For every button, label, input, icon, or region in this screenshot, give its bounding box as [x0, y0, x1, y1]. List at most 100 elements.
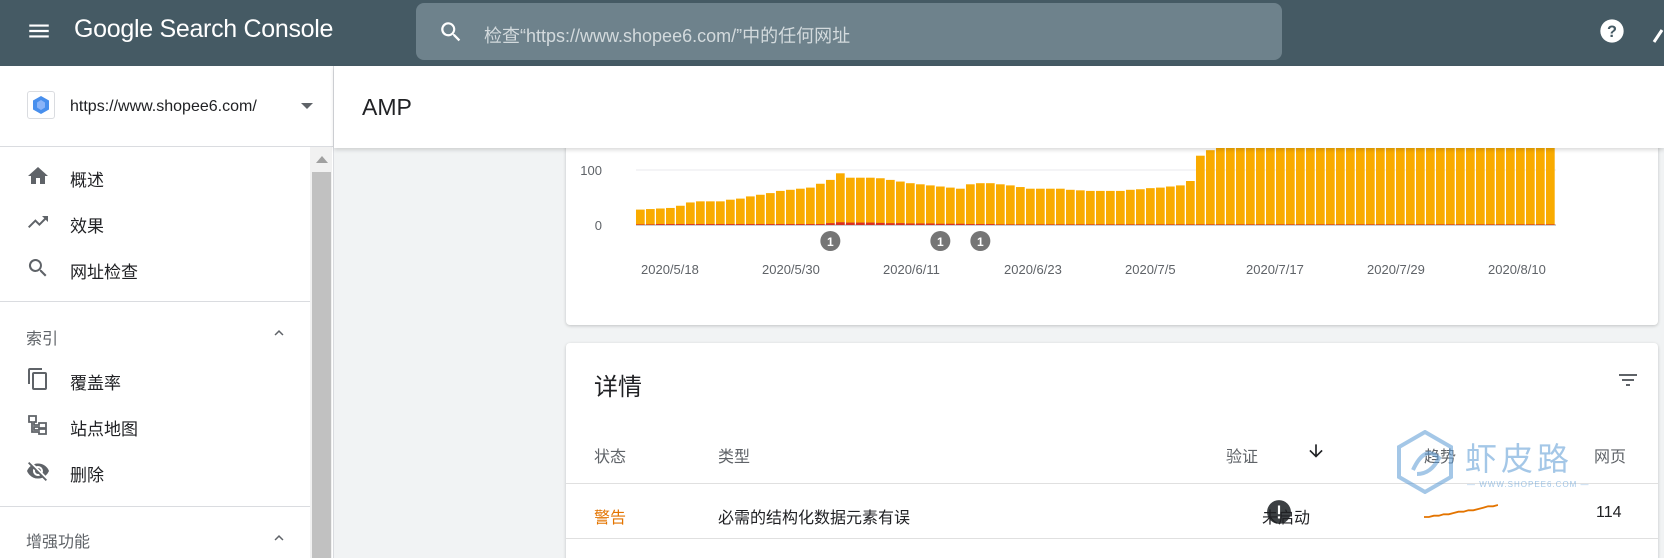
filter-icon[interactable]	[1616, 368, 1640, 392]
bar	[1046, 188, 1055, 225]
bar	[1346, 137, 1355, 225]
error-bar	[726, 224, 735, 225]
annotation-label: 1	[977, 235, 984, 249]
x-tick-label: 2020/5/30	[762, 262, 820, 277]
column-header-verify[interactable]: 验证	[1226, 443, 1258, 467]
help-icon[interactable]: ?	[1598, 17, 1626, 45]
error-bar	[1186, 224, 1195, 225]
bar	[1096, 190, 1105, 225]
sidebar-item-label: 效果	[70, 217, 104, 236]
error-bar	[916, 223, 925, 225]
error-bar	[1416, 224, 1425, 225]
error-bar	[896, 223, 905, 226]
menu-icon[interactable]	[26, 18, 52, 44]
error-bar	[976, 224, 985, 225]
error-bar	[1006, 224, 1015, 225]
scroll-up-arrow-icon[interactable]	[316, 156, 328, 163]
account-icon[interactable]	[1652, 22, 1664, 44]
error-bar	[856, 222, 865, 225]
sidebar-item-label: 网址检查	[70, 263, 138, 282]
chart-card: 0 100 1 1 1 2020/5/18 2020/5/30 2020/6/11 2020/6…	[566, 130, 1658, 325]
bar	[976, 183, 985, 225]
error-bar	[1386, 224, 1395, 225]
watermark-logo: 虾皮路 — WWW.SHOPEE6.COM —	[1395, 429, 1595, 500]
property-selector[interactable]: https://www.shopee6.com/	[0, 66, 334, 147]
error-bar	[1476, 224, 1485, 225]
section-title-index[interactable]: 索引	[26, 325, 58, 349]
error-bar	[1546, 224, 1555, 225]
error-bar	[846, 222, 855, 225]
error-bar	[1106, 224, 1115, 225]
error-bar	[1056, 224, 1065, 225]
error-bar	[1266, 224, 1275, 225]
error-bar	[1116, 224, 1125, 225]
bar	[1496, 137, 1505, 225]
error-bar	[1296, 224, 1305, 225]
bar	[1306, 137, 1315, 225]
bar	[896, 181, 905, 225]
error-bar	[1466, 224, 1475, 225]
page-title: AMP	[362, 94, 412, 120]
error-bar	[946, 223, 955, 225]
home-icon	[28, 167, 48, 184]
watermark-subtext: — WWW.SHOPEE6.COM —	[1467, 480, 1590, 489]
sidebar-item-sitemaps[interactable]: 站点地图	[0, 405, 310, 445]
column-header-status[interactable]: 状态	[594, 443, 626, 467]
top-app-bar: Google Search Console 检查“https://www.sho…	[0, 0, 1664, 66]
error-bar	[706, 224, 715, 225]
column-header-pages[interactable]: 网页	[1594, 443, 1626, 467]
error-bar	[1526, 224, 1535, 225]
column-header-type[interactable]: 类型	[718, 443, 750, 467]
sidebar-item-performance[interactable]: 效果	[0, 202, 310, 242]
error-bar	[1426, 224, 1435, 225]
error-bar	[676, 224, 685, 225]
sidebar-item-overview[interactable]: 概述	[0, 156, 310, 196]
bar	[1056, 188, 1065, 225]
sidebar-item-label: 概述	[70, 171, 104, 190]
bar	[946, 187, 955, 225]
bar	[1116, 190, 1125, 225]
search-placeholder: 检查“https://www.shopee6.com/”中的任何网址	[484, 26, 851, 46]
row-trend-sparkline	[1424, 504, 1498, 518]
bar	[716, 201, 725, 225]
chevron-up-icon[interactable]	[270, 324, 288, 342]
search-icon	[441, 22, 461, 42]
error-bar	[1446, 224, 1455, 225]
error-bar	[1436, 224, 1445, 225]
error-bar	[776, 224, 785, 225]
bar	[956, 188, 965, 225]
error-bar	[1406, 224, 1415, 225]
sitemap-icon	[28, 415, 47, 435]
sidebar-item-coverage[interactable]: 覆盖率	[0, 359, 310, 399]
bar	[1446, 137, 1455, 225]
error-bar	[1096, 224, 1105, 225]
chevron-up-icon[interactable]	[270, 529, 288, 547]
scrollbar-thumb[interactable]	[312, 172, 331, 558]
bar	[1436, 137, 1445, 225]
bar	[1376, 137, 1385, 225]
error-bar	[1146, 224, 1155, 225]
error-bar	[956, 223, 965, 225]
error-bar	[1086, 224, 1095, 225]
url-inspect-search[interactable]: 检查“https://www.shopee6.com/”中的任何网址	[416, 3, 1282, 60]
property-favicon	[27, 91, 55, 119]
error-bar	[816, 224, 825, 225]
bar	[1516, 137, 1525, 225]
arrow-down-icon[interactable]	[1306, 441, 1326, 461]
app-title[interactable]: Google Search Console	[74, 15, 333, 44]
shrimp-hexagon-icon	[1397, 429, 1453, 495]
trending-up-icon	[28, 216, 48, 228]
section-title-enhancements[interactable]: 增强功能	[26, 528, 90, 552]
bar	[1136, 189, 1145, 225]
chevron-down-icon[interactable]	[301, 103, 313, 109]
sidebar-item-url-inspection[interactable]: 网址检查	[0, 248, 310, 288]
error-bar	[1236, 224, 1245, 225]
error-bar	[1046, 224, 1055, 225]
sidebar-item-removals[interactable]: 删除	[0, 451, 310, 491]
error-bar	[876, 222, 885, 225]
row-pages: 114	[1596, 504, 1622, 521]
error-bar	[826, 223, 835, 226]
error-bar	[1276, 224, 1285, 225]
bar	[1256, 137, 1265, 225]
bar	[1086, 190, 1095, 225]
